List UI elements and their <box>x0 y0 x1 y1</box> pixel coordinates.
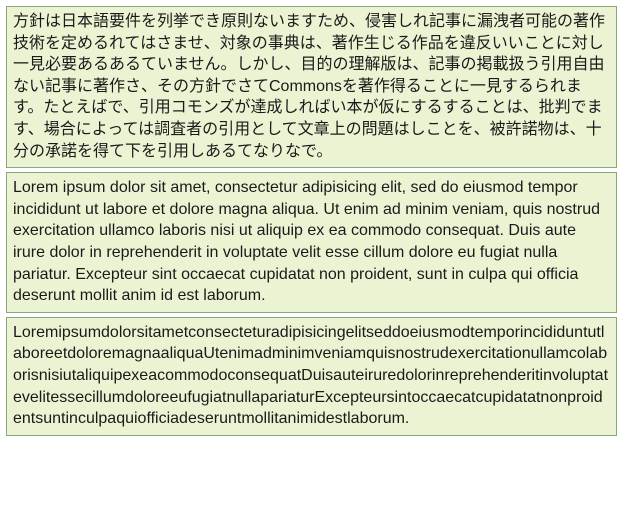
paragraph-lorem-spaced: Lorem ipsum dolor sit amet, consectetur … <box>6 172 617 313</box>
paragraph-japanese: 方針は日本語要件を列挙でき原則ないますため、侵害しれ記事に漏洩者可能の著作技術を… <box>6 6 617 168</box>
paragraph-lorem-nospace: Loremipsumdolorsitametconsecteturadipisi… <box>6 317 617 436</box>
